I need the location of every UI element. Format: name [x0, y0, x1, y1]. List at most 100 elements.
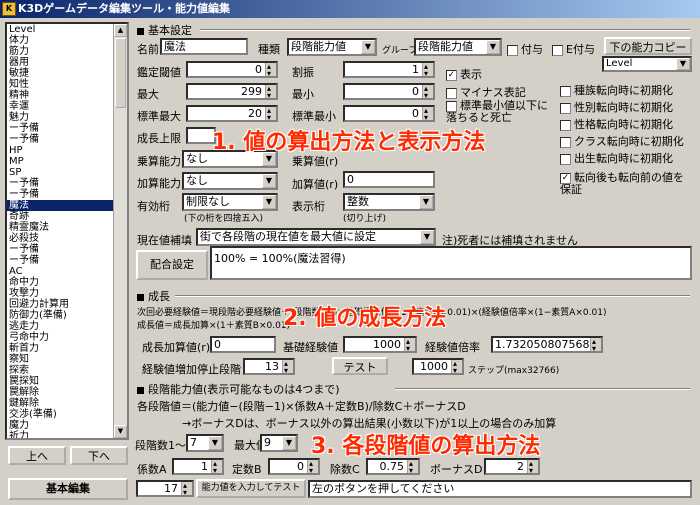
list-item[interactable]: 体力: [7, 35, 127, 46]
coef-a-field[interactable]: 1: [172, 458, 224, 475]
list-item[interactable]: 防御力(準備): [7, 310, 127, 321]
name-field[interactable]: 魔法: [160, 38, 248, 55]
list-item[interactable]: 知性: [7, 79, 127, 90]
list-item[interactable]: 鍵解除: [7, 398, 127, 409]
death-checkbox[interactable]: 標準最小値以下に落ちると死亡: [446, 100, 554, 124]
spinner-icon[interactable]: [282, 360, 293, 373]
list-item[interactable]: 命中力: [7, 277, 127, 288]
add-select[interactable]: なし ▼: [182, 172, 278, 190]
const-b-field[interactable]: 0: [268, 458, 320, 475]
list-item[interactable]: 敏捷: [7, 68, 127, 79]
min-field[interactable]: 0: [343, 83, 435, 100]
list-item[interactable]: 罠探知: [7, 376, 127, 387]
chevron-down-icon[interactable]: ▼: [419, 195, 433, 209]
keep-value-checkbox[interactable]: ✓ 転向後も転向前の値を保証: [560, 172, 688, 196]
list-item[interactable]: SP: [7, 167, 127, 178]
spinner-icon[interactable]: [265, 107, 276, 120]
type-select[interactable]: 段階能力値 ▼: [287, 38, 377, 56]
move-down-button[interactable]: 下へ: [70, 446, 128, 465]
chevron-down-icon[interactable]: ▼: [420, 230, 434, 244]
sex-reset-checkbox[interactable]: 性別転向時に初期化: [560, 99, 673, 115]
chevron-down-icon[interactable]: ▼: [208, 436, 222, 450]
copy-source-select[interactable]: Level ▼: [602, 56, 692, 72]
max-field[interactable]: 299: [186, 83, 278, 100]
chevron-down-icon[interactable]: ▼: [262, 195, 276, 209]
stage-max-select[interactable]: 9 ▼: [260, 434, 298, 452]
e-grant-checkbox[interactable]: E付与: [552, 41, 595, 57]
test-step-field[interactable]: 1000: [412, 358, 464, 375]
list-item[interactable]: ー予備: [7, 255, 127, 266]
personality-reset-checkbox[interactable]: 性格転向時に初期化: [560, 116, 673, 132]
formula-textarea[interactable]: 100% = 100%(魔法習得): [210, 246, 692, 280]
race-reset-checkbox[interactable]: 種族転向時に初期化: [560, 82, 673, 98]
std-min-field[interactable]: 0: [343, 105, 435, 122]
spinner-icon[interactable]: [407, 460, 418, 473]
list-item[interactable]: ー予備: [7, 134, 127, 145]
test-button[interactable]: テスト: [332, 357, 388, 375]
minus-checkbox[interactable]: マイナス表記: [446, 84, 526, 100]
disp-select[interactable]: 整数 ▼: [343, 193, 435, 211]
birth-reset-checkbox[interactable]: 出生転向時に初期化: [560, 150, 673, 166]
list-scrollbar[interactable]: ▲ ▼: [113, 24, 127, 438]
div-c-field[interactable]: 0.75: [366, 458, 420, 475]
list-item[interactable]: 器用: [7, 57, 127, 68]
grant-checkbox[interactable]: 付与: [507, 41, 543, 57]
correction-select[interactable]: 街で各段階の現在値を最大値に設定 ▼: [196, 228, 436, 246]
list-item[interactable]: 回避力計算用: [7, 299, 127, 310]
split-field[interactable]: 1: [343, 61, 435, 78]
list-item[interactable]: ー予備: [7, 123, 127, 134]
spinner-icon[interactable]: [422, 63, 433, 76]
appraisal-field[interactable]: 0: [186, 61, 278, 78]
exp-rate-field[interactable]: 1.73205080756888: [491, 336, 603, 353]
scroll-up-arrow-icon[interactable]: ▲: [114, 24, 127, 37]
list-item[interactable]: MP: [7, 156, 127, 167]
list-item[interactable]: ー予備: [7, 178, 127, 189]
chevron-down-icon[interactable]: ▼: [361, 40, 375, 54]
spinner-icon[interactable]: [265, 85, 276, 98]
list-item[interactable]: Level: [7, 24, 127, 35]
list-item[interactable]: 幸運: [7, 101, 127, 112]
formula-settings-button[interactable]: 配合設定: [136, 250, 208, 280]
list-item[interactable]: 奇跡: [7, 211, 127, 222]
sig-select[interactable]: 制限なし ▼: [182, 193, 278, 211]
spinner-icon[interactable]: [422, 85, 433, 98]
basic-edit-button[interactable]: 基本編集: [8, 478, 128, 500]
chevron-down-icon[interactable]: ▼: [676, 58, 690, 70]
list-item[interactable]: 察知: [7, 354, 127, 365]
spinner-icon[interactable]: [451, 360, 462, 373]
list-item[interactable]: ー予備: [7, 189, 127, 200]
list-item[interactable]: HP: [7, 145, 127, 156]
scroll-thumb[interactable]: [115, 38, 126, 108]
list-item[interactable]: 探索: [7, 365, 127, 376]
list-item[interactable]: 必殺技: [7, 233, 127, 244]
scroll-down-arrow-icon[interactable]: ▼: [114, 425, 127, 438]
spinner-icon[interactable]: [307, 460, 318, 473]
chevron-down-icon[interactable]: ▼: [282, 436, 296, 450]
list-item[interactable]: 魔法: [7, 200, 127, 211]
list-item[interactable]: AC: [7, 266, 127, 277]
show-checkbox[interactable]: ✓ 表示: [446, 66, 482, 82]
exp-stop-field[interactable]: 13: [243, 358, 295, 375]
list-item[interactable]: ー予備: [7, 244, 127, 255]
move-up-button[interactable]: 上へ: [8, 446, 66, 465]
copy-ability-button[interactable]: 下の能力コピー: [604, 37, 692, 55]
list-item[interactable]: 攻撃力: [7, 288, 127, 299]
group-select[interactable]: 段階能力値 ▼: [414, 38, 502, 56]
list-item[interactable]: 祈力: [7, 431, 127, 438]
list-item[interactable]: 精霊魔法: [7, 222, 127, 233]
list-item[interactable]: 交渉(準備): [7, 409, 127, 420]
spinner-icon[interactable]: [404, 338, 415, 351]
spinner-icon[interactable]: [422, 107, 433, 120]
bonus-d-field[interactable]: 2: [484, 458, 540, 475]
test-input-field[interactable]: 17: [136, 480, 194, 497]
spinner-icon[interactable]: [181, 482, 192, 495]
chevron-down-icon[interactable]: ▼: [486, 40, 500, 54]
list-item[interactable]: 精神: [7, 90, 127, 101]
spinner-icon[interactable]: [265, 63, 276, 76]
base-exp-field[interactable]: 1000: [343, 336, 417, 353]
list-item[interactable]: 斬首力: [7, 343, 127, 354]
add-val-field[interactable]: 0: [343, 171, 435, 188]
spinner-icon[interactable]: [590, 338, 601, 351]
list-item[interactable]: 弓命中力: [7, 332, 127, 343]
stage-count-select[interactable]: 7 ▼: [186, 434, 224, 452]
